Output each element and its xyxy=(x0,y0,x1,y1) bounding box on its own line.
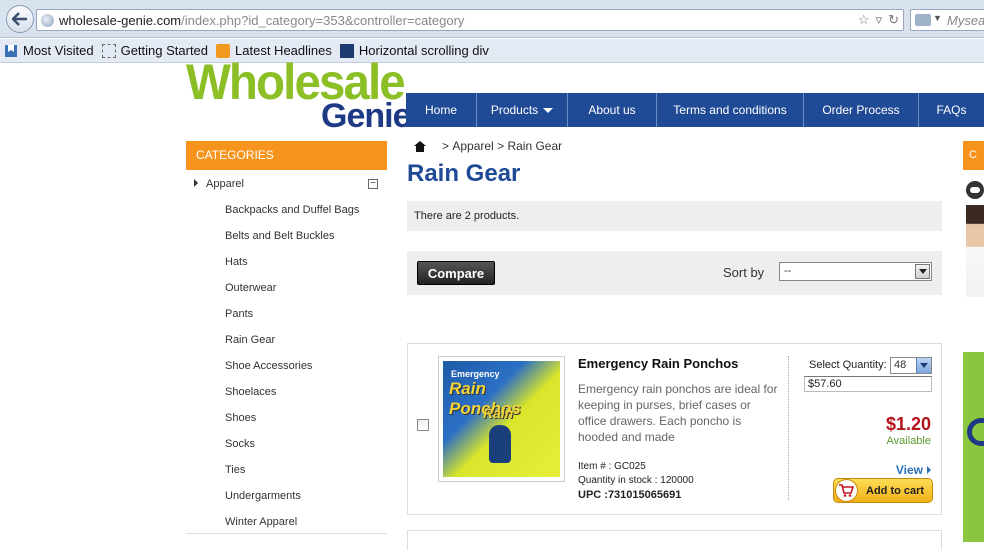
category-item[interactable]: Shoes xyxy=(225,405,385,431)
divider xyxy=(186,533,387,534)
category-apparel[interactable]: Apparel − xyxy=(194,178,380,190)
nav-about[interactable]: About us xyxy=(568,93,657,127)
upc: UPC :731015065691 xyxy=(578,489,682,501)
quantity-label: Select Quantity: xyxy=(809,359,887,371)
category-item[interactable]: Undergarments xyxy=(225,483,385,509)
category-list: Backpacks and Duffel Bags Belts and Belt… xyxy=(225,197,385,535)
divider xyxy=(788,356,789,500)
quantity-select[interactable]: 48 xyxy=(890,357,932,374)
category-item[interactable]: Outerwear xyxy=(225,275,385,301)
bookmarks-icon xyxy=(5,44,17,57)
bookmark-most-visited[interactable]: Most Visited xyxy=(4,43,94,58)
globe-icon xyxy=(41,14,54,27)
add-to-cart-button[interactable]: Add to cart xyxy=(833,478,933,503)
bookmark-star-icon[interactable]: ☆ xyxy=(858,12,870,28)
address-bar[interactable]: wholesale-genie.com/index.php?id_categor… xyxy=(36,9,904,31)
category-item[interactable]: Rain Gear xyxy=(225,327,385,353)
right-column-heading: C xyxy=(963,141,984,170)
product-price: $1.20 xyxy=(885,414,931,434)
category-item[interactable]: Shoelaces xyxy=(225,379,385,405)
nav-home[interactable]: Home xyxy=(406,93,477,127)
categories-heading: CATEGORIES xyxy=(186,141,387,170)
back-button[interactable] xyxy=(6,5,34,33)
reload-icon[interactable]: ↻ xyxy=(888,12,899,28)
category-item[interactable]: Hats xyxy=(225,249,385,275)
view-link[interactable]: View xyxy=(896,463,931,477)
back-arrow-icon xyxy=(12,12,27,26)
search-placeholder: Mysear xyxy=(947,13,984,28)
logo-subtitle[interactable]: Genie xyxy=(321,98,411,134)
availability: Available xyxy=(886,435,931,447)
breadcrumb-apparel[interactable]: Apparel xyxy=(452,139,493,153)
cart-icon xyxy=(835,479,858,502)
page-icon xyxy=(101,43,116,58)
page-title: Rain Gear xyxy=(407,160,521,187)
figure-icon xyxy=(489,425,511,463)
bookmarks-toolbar: Most Visited Getting Started Latest Head… xyxy=(0,39,984,63)
collapse-icon[interactable]: − xyxy=(368,179,378,189)
search-bar[interactable]: ▼ Mysear xyxy=(910,9,984,31)
home-icon[interactable] xyxy=(414,140,426,152)
category-item[interactable]: Winter Apparel xyxy=(225,509,385,535)
product-meta: Item # : GC025 Quantity in stock : 12000… xyxy=(578,460,694,502)
category-item[interactable]: Pants xyxy=(225,301,385,327)
category-item[interactable]: Backpacks and Duffel Bags xyxy=(225,197,385,223)
product-count: There are 2 products. xyxy=(407,201,942,231)
sort-select[interactable]: -- xyxy=(779,262,932,281)
nav-order-process[interactable]: Order Process xyxy=(804,93,919,127)
chevron-down-icon[interactable] xyxy=(915,264,930,279)
dropdown-arrow-icon[interactable]: ▿ xyxy=(876,12,883,28)
browser-toolbar: wholesale-genie.com/index.php?id_categor… xyxy=(0,0,984,38)
sort-label: Sort by xyxy=(723,265,765,280)
nav-terms[interactable]: Terms and conditions xyxy=(657,93,804,127)
product-name[interactable]: Emergency Rain Ponchos xyxy=(578,356,738,371)
breadcrumb-current: Rain Gear xyxy=(507,139,563,153)
url-text: wholesale-genie.com/index.php?id_categor… xyxy=(59,13,465,28)
quantity-total: $57.60 xyxy=(804,376,932,392)
product-image[interactable]: Emergency Rain Ponchos Rain xyxy=(438,356,565,482)
product-card: Emergency Rain Ponchos Rain Emergency Ra… xyxy=(407,343,942,515)
chevron-down-icon[interactable] xyxy=(916,358,931,373)
category-item[interactable]: Socks xyxy=(225,431,385,457)
chevron-down-icon xyxy=(543,107,554,113)
caret-right-icon xyxy=(927,466,931,474)
nav-products[interactable]: Products xyxy=(477,93,568,127)
item-number: Item # : GC025 xyxy=(578,461,646,472)
chevron-down-icon: ▼ xyxy=(933,13,942,23)
search-engine-icon[interactable] xyxy=(915,14,931,26)
category-item[interactable]: Shoe Accessories xyxy=(225,353,385,379)
banner-ad[interactable] xyxy=(963,352,984,542)
support-image xyxy=(966,205,984,297)
category-item[interactable]: Ties xyxy=(225,457,385,483)
product-description: Emergency rain ponchos are ideal for kee… xyxy=(578,382,778,444)
breadcrumb: > Apparel > Rain Gear xyxy=(414,139,562,153)
stock-quantity: Quantity in stock : 120000 xyxy=(578,475,694,486)
caret-right-icon xyxy=(194,179,198,187)
phone-icon xyxy=(966,181,984,199)
product-toolbar: Compare Sort by -- xyxy=(407,251,942,295)
compare-button[interactable]: Compare xyxy=(417,261,495,285)
category-item[interactable]: Belts and Belt Buckles xyxy=(225,223,385,249)
compare-checkbox[interactable] xyxy=(417,419,429,431)
main-nav: Home Products About us Terms and conditi… xyxy=(406,93,984,127)
product-card xyxy=(407,530,942,550)
nav-faqs[interactable]: FAQs xyxy=(919,93,984,127)
